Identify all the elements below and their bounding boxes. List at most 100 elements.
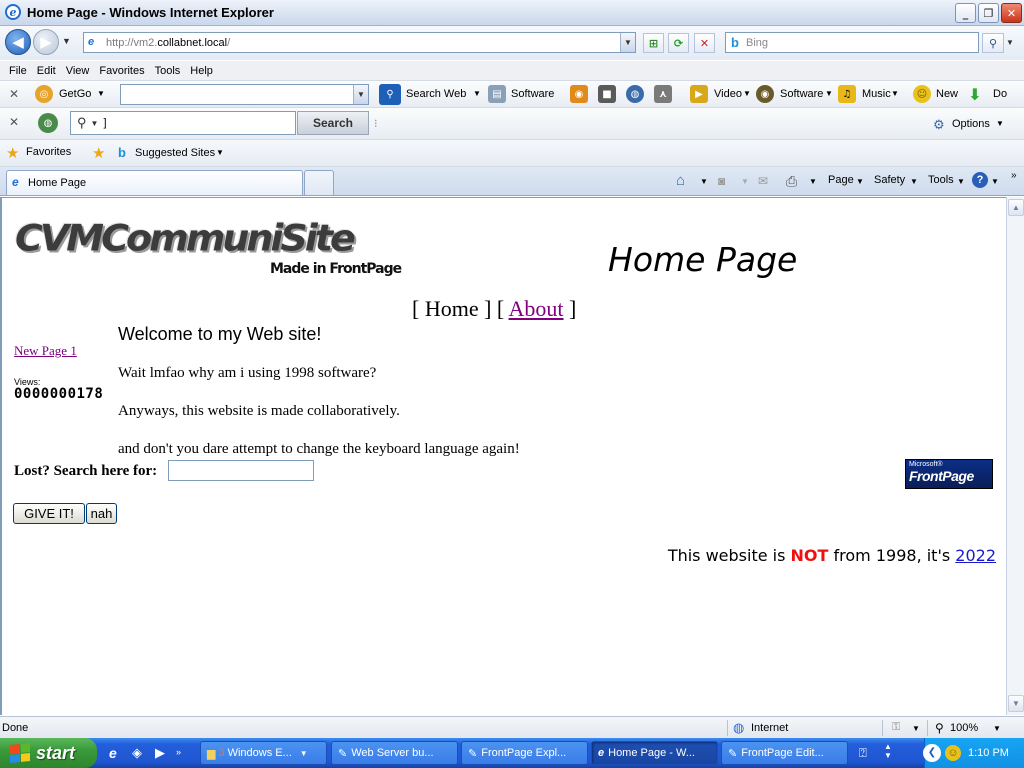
- menu-help[interactable]: Help: [190, 65, 213, 77]
- compatibility-icon[interactable]: ⊞: [643, 33, 664, 53]
- new-button[interactable]: New: [936, 88, 958, 100]
- site-search-input[interactable]: [168, 460, 314, 481]
- frontpage-badge[interactable]: Microsoft® FrontPage: [905, 459, 993, 489]
- close-button[interactable]: ✕: [1001, 3, 1022, 23]
- globe-icon[interactable]: ◍: [626, 85, 644, 103]
- menu-view[interactable]: View: [66, 65, 90, 77]
- search-options-icon[interactable]: ▼: [1006, 38, 1014, 47]
- forward-button[interactable]: ▶: [33, 29, 59, 55]
- getgo-label[interactable]: GetGo: [59, 88, 91, 100]
- address-dropdown-icon[interactable]: ▼: [620, 33, 635, 52]
- history-dropdown-icon[interactable]: ▼: [62, 36, 71, 46]
- footer-year-link[interactable]: 2022: [955, 546, 996, 565]
- safety-dropdown-icon[interactable]: ▼: [910, 177, 918, 186]
- video-dropdown-icon[interactable]: ▼: [743, 89, 751, 98]
- protected-mode-icon[interactable]: ⚿: [892, 721, 900, 734]
- minimize-button[interactable]: _: [955, 3, 976, 23]
- print-icon[interactable]: ⎙: [786, 173, 797, 190]
- protected-dropdown-icon[interactable]: ▼: [912, 724, 920, 733]
- task-windows-explorer[interactable]: ▆ 3 Windows E... ▼: [200, 741, 327, 765]
- tray-collapse-icon[interactable]: ❮: [923, 744, 941, 762]
- options-button[interactable]: Options: [952, 118, 990, 130]
- task-home-page-ie[interactable]: e Home Page - W...: [591, 741, 718, 765]
- suggested-dropdown-icon[interactable]: ▼: [216, 148, 224, 157]
- feeds-icon[interactable]: ◙: [718, 174, 725, 188]
- search-engine-dropdown-icon[interactable]: ▼: [91, 119, 99, 128]
- help-icon[interactable]: ?: [972, 172, 988, 188]
- getgo-input-dropdown-icon[interactable]: ▼: [353, 85, 368, 104]
- toolbar2-globe-icon: ◍: [38, 113, 58, 133]
- tools-menu-button[interactable]: Tools: [928, 174, 954, 186]
- download-button[interactable]: Do: [993, 88, 1007, 100]
- video-camera-icon[interactable]: ■: [598, 85, 616, 103]
- bing-search-input[interactable]: b Bing: [725, 32, 979, 53]
- toolbar2-search-input[interactable]: ⚲ ▼ ]: [70, 111, 296, 135]
- give-it-button[interactable]: GIVE IT!: [13, 503, 85, 524]
- zoom-level[interactable]: 100%: [950, 722, 978, 734]
- tray-updown-icon[interactable]: ▲ ▼: [884, 742, 892, 760]
- toolbar-grip-icon[interactable]: ⁝: [374, 117, 378, 130]
- music-button[interactable]: Music: [862, 88, 891, 100]
- search-go-icon[interactable]: ⚲: [982, 33, 1004, 53]
- tool-icon[interactable]: ⋏: [654, 85, 672, 103]
- clock[interactable]: 1:10 PM: [968, 747, 1009, 759]
- getgo-search-input[interactable]: ▼: [120, 84, 369, 105]
- new-tab-button[interactable]: [304, 170, 334, 195]
- new-page-link[interactable]: New Page 1: [14, 343, 77, 359]
- scroll-down-icon[interactable]: ▼: [1008, 695, 1024, 712]
- suggested-sites-button[interactable]: Suggested Sites: [135, 147, 215, 159]
- mail-icon[interactable]: ✉: [758, 174, 768, 188]
- print-dropdown-icon[interactable]: ▼: [809, 177, 817, 186]
- task-frontpage-explorer[interactable]: ✎ FrontPage Expl...: [461, 741, 588, 765]
- toolbar-close-icon[interactable]: ✕: [9, 87, 19, 101]
- favorites-button[interactable]: Favorites: [26, 146, 71, 158]
- zoom-dropdown-icon[interactable]: ▼: [993, 724, 1001, 733]
- page-dropdown-icon[interactable]: ▼: [856, 177, 864, 186]
- nav-about-link[interactable]: About: [509, 296, 564, 321]
- stop-icon[interactable]: ✕: [694, 33, 715, 53]
- menu-edit[interactable]: Edit: [37, 65, 56, 77]
- scroll-up-icon[interactable]: ▲: [1008, 199, 1024, 216]
- refresh-icon[interactable]: ⟳: [668, 33, 689, 53]
- address-prefix: http://vm2.: [106, 36, 158, 49]
- menu-favorites[interactable]: Favorites: [99, 65, 144, 77]
- feeds-dropdown-icon[interactable]: ▼: [741, 177, 749, 186]
- toolbar2-search-button[interactable]: Search: [297, 111, 369, 135]
- add-favorite-icon[interactable]: ★: [92, 144, 105, 162]
- task-web-server[interactable]: ✎ Web Server bu...: [331, 741, 458, 765]
- safety-menu-button[interactable]: Safety: [874, 174, 905, 186]
- software-menu-button[interactable]: Software: [780, 88, 823, 100]
- tab-home-page[interactable]: e Home Page: [6, 170, 303, 195]
- nah-button[interactable]: nah: [86, 503, 117, 524]
- quicklaunch-desktop-icon[interactable]: ◈: [132, 745, 142, 761]
- search-web-button[interactable]: Search Web: [406, 88, 466, 100]
- tray-smiley-icon[interactable]: ☺: [945, 745, 961, 761]
- quicklaunch-ie-icon[interactable]: e: [109, 745, 117, 761]
- toolbar2-close-icon[interactable]: ✕: [9, 115, 19, 129]
- menu-tools[interactable]: Tools: [155, 65, 181, 77]
- vertical-scrollbar[interactable]: ▲ ▼: [1006, 197, 1024, 715]
- video-button[interactable]: Video: [714, 88, 742, 100]
- address-bar[interactable]: e http://vm2. collabnet.local / ▼: [83, 32, 636, 53]
- menu-file[interactable]: File: [9, 65, 27, 77]
- chevron-more-icon[interactable]: »: [1011, 170, 1017, 181]
- start-button[interactable]: start: [0, 738, 97, 768]
- software-dropdown-icon[interactable]: ▼: [825, 89, 833, 98]
- options-dropdown-icon[interactable]: ▼: [996, 119, 1004, 128]
- home-icon[interactable]: ⌂: [676, 172, 685, 189]
- help-tray-icon[interactable]: ⍰: [859, 745, 867, 761]
- getgo-dropdown-icon[interactable]: ▼: [97, 89, 105, 98]
- restore-button[interactable]: ❐: [978, 3, 999, 23]
- software-button[interactable]: Software: [511, 88, 554, 100]
- home-dropdown-icon[interactable]: ▼: [700, 177, 708, 186]
- page-menu-button[interactable]: Page: [828, 174, 854, 186]
- quicklaunch-media-icon[interactable]: ▶: [155, 745, 165, 761]
- back-button[interactable]: ◀: [5, 29, 31, 55]
- rss-icon[interactable]: ◉: [570, 85, 588, 103]
- quicklaunch-more-icon[interactable]: »: [176, 747, 181, 757]
- help-dropdown-icon[interactable]: ▼: [991, 177, 999, 186]
- task-frontpage-editor[interactable]: ✎ FrontPage Edit...: [721, 741, 848, 765]
- tools-dropdown-icon[interactable]: ▼: [957, 177, 965, 186]
- music-dropdown-icon[interactable]: ▼: [891, 89, 899, 98]
- search-web-dropdown-icon[interactable]: ▼: [473, 89, 481, 98]
